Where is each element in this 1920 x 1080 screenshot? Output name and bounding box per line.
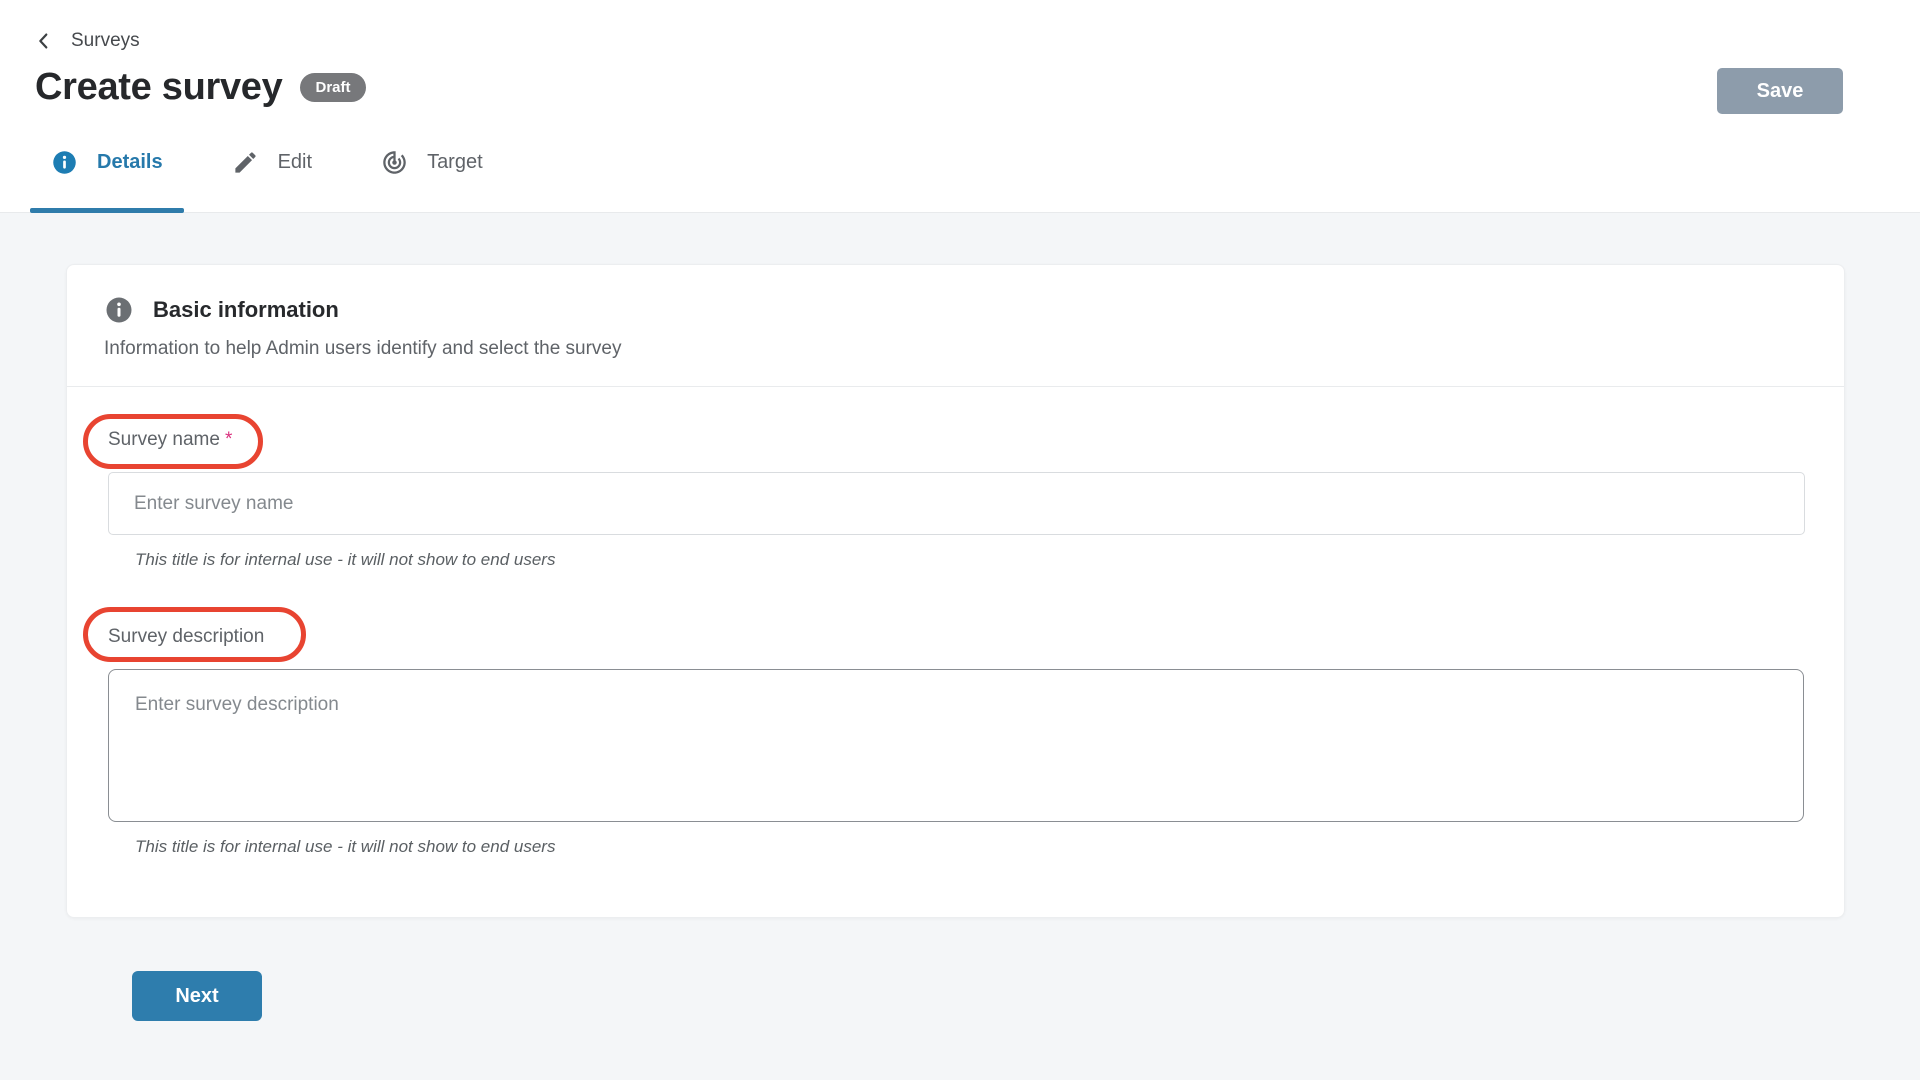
status-badge: Draft <box>300 73 365 102</box>
page-header: Surveys Create survey Draft Save Details… <box>0 0 1920 213</box>
survey-name-field-group: Survey name* This title is for internal … <box>108 429 1803 570</box>
basic-information-card: Basic information Information to help Ad… <box>66 264 1845 918</box>
save-button[interactable]: Save <box>1717 68 1843 114</box>
page-content: Basic information Information to help Ad… <box>0 213 1920 1021</box>
tab-bar: Details Edit Target <box>30 149 1920 212</box>
chevron-left-icon <box>33 30 55 52</box>
card-body: Survey name* This title is for internal … <box>67 387 1844 917</box>
survey-description-textarea[interactable] <box>108 669 1804 822</box>
tab-details-label: Details <box>97 151 163 174</box>
tab-edit-label: Edit <box>278 151 312 174</box>
breadcrumb-label: Surveys <box>71 30 140 52</box>
breadcrumb[interactable]: Surveys <box>33 30 1920 52</box>
tab-edit[interactable]: Edit <box>211 149 333 212</box>
survey-description-helper-text: This title is for internal use - it will… <box>135 837 1803 857</box>
card-subtitle: Information to help Admin users identify… <box>104 338 1807 360</box>
survey-name-input[interactable] <box>108 472 1805 535</box>
survey-name-helper-text: This title is for internal use - it will… <box>135 550 1803 570</box>
info-icon <box>104 295 134 325</box>
next-button[interactable]: Next <box>132 971 262 1021</box>
survey-description-label: Survey description <box>108 626 264 647</box>
tab-target[interactable]: Target <box>360 149 504 212</box>
survey-name-label: Survey name <box>108 429 220 450</box>
page-title: Create survey <box>35 66 282 109</box>
card-header: Basic information Information to help Ad… <box>67 265 1844 387</box>
pencil-icon <box>232 149 259 176</box>
tab-details[interactable]: Details <box>30 149 184 212</box>
required-asterisk: * <box>225 429 232 450</box>
target-icon <box>381 149 408 176</box>
info-icon <box>51 149 78 176</box>
tab-target-label: Target <box>427 151 483 174</box>
survey-description-field-group: Survey description This title is for int… <box>108 626 1803 857</box>
card-title: Basic information <box>153 297 339 323</box>
